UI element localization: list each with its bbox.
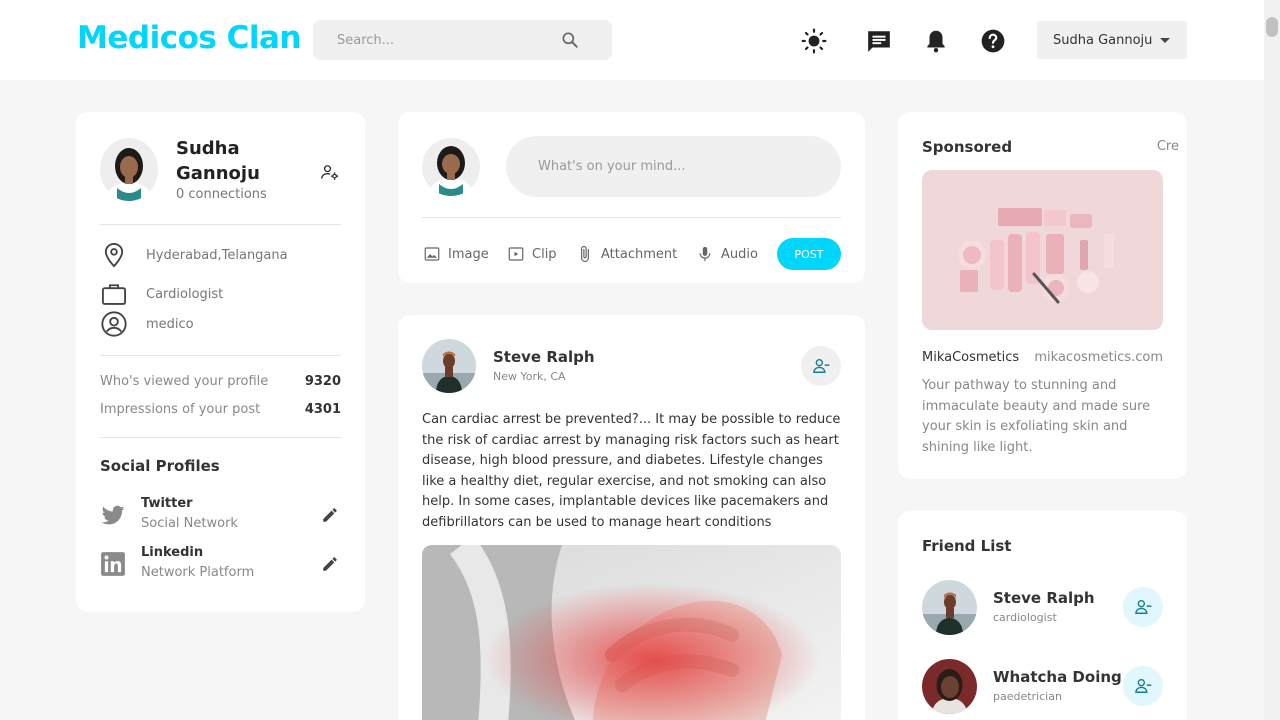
- linkedin-sub: Network Platform: [141, 565, 255, 580]
- search-input[interactable]: [313, 20, 553, 60]
- edit-icon[interactable]: [321, 506, 339, 524]
- linkedin-name[interactable]: Linkedin: [141, 545, 203, 560]
- friend-list-card: Friend List Steve Ralph cardiologist Wha…: [898, 511, 1187, 720]
- app-logo[interactable]: Medicos Clan: [77, 20, 301, 56]
- feed-post: Steve Ralph New York, CA Can cardiac arr…: [398, 315, 865, 720]
- occupation-row: Cardiologist: [100, 280, 223, 308]
- social-profiles-title: Social Profiles: [100, 457, 220, 475]
- account-circle-icon: [101, 311, 127, 337]
- divider: [100, 437, 341, 438]
- clip-action-label: Clip: [532, 246, 557, 262]
- post-author-avatar[interactable]: [422, 339, 476, 393]
- sun-icon[interactable]: [801, 28, 827, 54]
- location-pin-icon: [104, 242, 124, 268]
- add-image-button[interactable]: Image: [423, 245, 489, 263]
- friend-avatar[interactable]: [922, 659, 977, 714]
- linkedin-icon: [101, 552, 125, 576]
- profile-name[interactable]: Sudha Gannoju: [176, 136, 306, 186]
- add-clip-button[interactable]: Clip: [507, 245, 557, 263]
- profile-avatar[interactable]: [100, 138, 158, 201]
- friend-name[interactable]: Steve Ralph: [993, 589, 1095, 607]
- role-text: medico: [146, 316, 194, 332]
- search-icon[interactable]: [560, 30, 580, 50]
- social-row-linkedin: Linkedin Network Platform: [100, 545, 341, 585]
- briefcase-icon: [101, 284, 127, 305]
- whats-on-your-mind-input[interactable]: [506, 136, 841, 197]
- sponsor-brand-name: MikaCosmetics: [922, 350, 1020, 365]
- divider: [100, 224, 341, 225]
- social-row-twitter: Twitter Social Network: [100, 496, 341, 536]
- twitter-sub: Social Network: [141, 516, 238, 531]
- post-author-location: New York, CA: [493, 370, 566, 383]
- location-text: Hyderabad,Telangana: [146, 247, 288, 263]
- twitter-icon: [101, 505, 125, 525]
- manage-account-icon[interactable]: [320, 162, 340, 182]
- twitter-name[interactable]: Twitter: [141, 496, 193, 511]
- profile-views-label: Who's viewed your profile: [100, 374, 269, 389]
- friend-name[interactable]: Whatcha Doing: [993, 668, 1122, 686]
- image-action-label: Image: [448, 246, 489, 262]
- bell-icon[interactable]: [923, 28, 949, 54]
- user-menu-button[interactable]: Sudha Gannoju: [1037, 21, 1187, 59]
- post-image[interactable]: [422, 545, 841, 720]
- sponsored-title: Sponsored: [922, 138, 1013, 156]
- sponsor-url-link[interactable]: mikacosmetics.com: [1034, 350, 1163, 365]
- sponsored-card: Sponsored Cre MikaCosmetics mikacosmetic…: [898, 112, 1187, 479]
- top-navbar: Medicos Clan Sudha Gannoju: [0, 0, 1264, 80]
- page-scrollbar[interactable]: [1264, 0, 1280, 720]
- attachment-icon: [581, 245, 589, 263]
- person-remove-icon: [1135, 678, 1152, 693]
- friend-list-title: Friend List: [922, 537, 1012, 555]
- create-ad-link[interactable]: Cre: [1157, 139, 1179, 154]
- add-attachment-button[interactable]: Attachment: [576, 245, 677, 263]
- divider: [100, 355, 341, 356]
- friend-role: paedetrician: [993, 690, 1062, 703]
- composer-avatar[interactable]: [422, 138, 480, 196]
- add-audio-button[interactable]: Audio: [696, 245, 758, 263]
- caret-down-icon: [1160, 37, 1171, 43]
- clip-icon: [508, 247, 524, 261]
- edit-icon[interactable]: [321, 555, 339, 573]
- post-button[interactable]: POST: [777, 238, 841, 270]
- role-row: medico: [100, 310, 194, 338]
- person-remove-icon: [813, 358, 830, 373]
- user-menu-label: Sudha Gannoju: [1053, 32, 1153, 48]
- post-composer: Image Clip Attachment Audio POST: [398, 112, 865, 283]
- attachment-action-label: Attachment: [601, 246, 678, 262]
- remove-friend-button[interactable]: [1123, 587, 1163, 627]
- search-bar: [313, 20, 612, 60]
- sponsored-ad-image[interactable]: [922, 170, 1163, 330]
- sponsor-description: Your pathway to stunning and immaculate …: [922, 378, 1151, 455]
- scrollbar-thumb[interactable]: [1266, 17, 1278, 37]
- friend-avatar[interactable]: [922, 580, 977, 635]
- post-author-name[interactable]: Steve Ralph: [493, 348, 595, 366]
- divider: [422, 217, 841, 218]
- occupation-text: Cardiologist: [146, 286, 224, 302]
- friend-role: cardiologist: [993, 611, 1057, 624]
- person-remove-icon: [1135, 599, 1152, 614]
- profile-card: Sudha Gannoju 0 connections Hyderabad,Te…: [76, 112, 365, 612]
- help-icon[interactable]: [980, 28, 1006, 54]
- profile-connections: 0 connections: [176, 187, 267, 202]
- profile-views-value: 9320: [304, 374, 341, 389]
- remove-friend-button[interactable]: [801, 346, 841, 386]
- image-icon: [424, 247, 440, 261]
- audio-action-label: Audio: [721, 246, 758, 262]
- message-icon[interactable]: [866, 28, 892, 54]
- post-body-text: Can cardiac arrest be prevented?... It m…: [422, 412, 841, 530]
- post-impressions-value: 4301: [304, 402, 341, 417]
- post-impressions-label: Impressions of your post: [100, 402, 261, 417]
- remove-friend-button[interactable]: [1123, 666, 1163, 706]
- location-row: Hyderabad,Telangana: [100, 241, 288, 269]
- microphone-icon: [699, 246, 711, 262]
